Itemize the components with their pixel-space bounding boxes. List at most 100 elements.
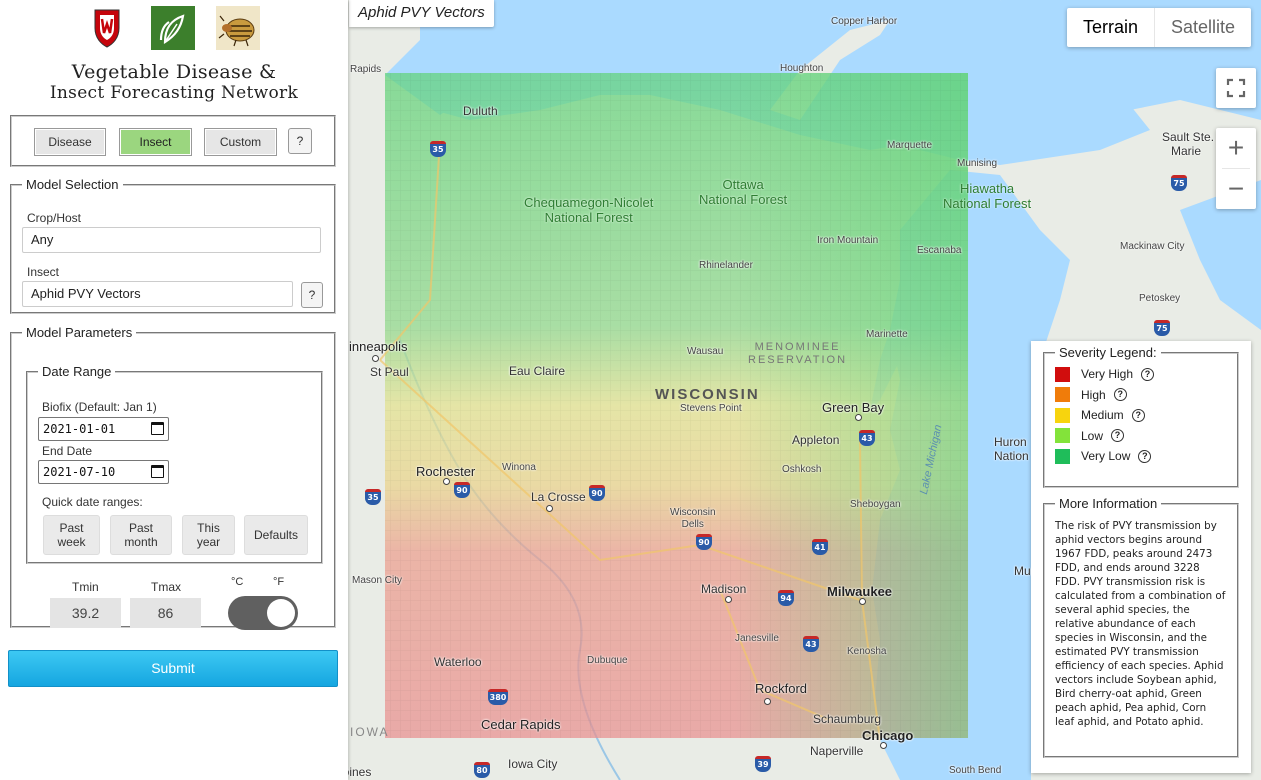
fahrenheit-label: °F [273,576,285,588]
interstate-shield: 90 [696,534,712,550]
zoom-in-button[interactable]: + [1216,128,1256,168]
insect-label: Insect [27,265,60,279]
map-label-iowa-city: Iowa City [508,757,558,771]
interstate-shield: 35 [365,489,381,505]
interstate-shield: 90 [454,482,470,498]
map-label-sault: Sault Ste. [1162,130,1215,144]
insect-help-button[interactable]: ? [301,282,323,308]
calendar-icon[interactable] [151,422,164,435]
insect-mode-button[interactable]: Insect [119,128,192,156]
crop-host-select[interactable]: Any [22,227,321,253]
severity-help-icon[interactable]: ? [1131,408,1145,422]
map-label-rhinelander: Rhinelander [699,260,753,271]
tmin-label: Tmin [72,580,99,594]
map-label-stevens-point: Stevens Point [680,403,742,414]
terrain-button[interactable]: Terrain [1067,8,1154,47]
severity-swatch [1055,428,1070,444]
severity-help-icon[interactable]: ? [1138,449,1152,463]
map-label-oshkosh: Oshkosh [782,464,822,475]
map-label-st-paul: St Paul [370,365,409,379]
toggle-knob [267,599,295,627]
map-label-milwaukee: Milwaukee [827,584,893,599]
calendar-icon[interactable] [151,465,164,478]
this-year-button[interactable]: This year [182,515,235,555]
interstate-shield: 90 [589,485,605,501]
map-label-cedar-rapids: Cedar Rapids [481,717,561,732]
map-label-janesville: Janesville [735,633,779,644]
map-label-hiawatha-forest: Hiawatha National Forest [943,181,1032,211]
map-label-iron-mountain: Iron Mountain [817,235,879,246]
app-title-line1: Vegetable Disease & [71,61,277,83]
severity-row: Very Low? [1055,446,1227,467]
map-label-wausau: Wausau [687,346,724,357]
end-date-label: End Date [42,444,93,458]
city-dot [443,478,450,485]
mode-help-button[interactable]: ? [288,128,312,154]
fullscreen-button[interactable] [1216,68,1256,108]
beetle-logo [216,6,260,50]
interstate-shield: 75 [1154,320,1170,336]
city-dot [880,742,887,749]
disease-mode-button[interactable]: Disease [34,128,106,156]
city-dot [372,355,379,362]
model-selection: Model Selection Crop/Host Any Insect Aph… [10,177,336,314]
app-title-line2: Insect Forecasting Network [49,83,299,103]
interstate-shield: 380 [488,689,508,705]
more-information: More Information The risk of PVY transmi… [1043,496,1239,758]
map-label-chequamegon-forest: Chequamegon-Nicolet National Forest [524,195,654,225]
map-label-petoskey: Petoskey [1139,293,1181,304]
sidebar: Vegetable Disease & Insect Forecasting N… [0,0,348,780]
insect-select[interactable]: Aphid PVY Vectors [22,281,293,307]
model-parameters-legend: Model Parameters [26,325,133,340]
map-type-control: Terrain Satellite [1067,8,1252,47]
past-week-button[interactable]: Past week [43,515,100,555]
severity-row: High? [1055,385,1227,406]
interstate-shield: 43 [859,430,875,446]
interstate-shield: 35 [430,141,446,157]
biofix-date-value: 2021-01-01 [43,422,116,436]
vegetable-leaf-logo [151,6,195,50]
biofix-date-input[interactable]: 2021-01-01 [38,417,169,441]
interstate-shield: 43 [803,636,819,652]
severity-list: Very High? High? Medium? Low? Very Low? [1055,364,1227,467]
severity-help-icon[interactable]: ? [1141,367,1155,381]
city-dot [764,698,771,705]
zoom-out-button[interactable]: − [1216,169,1256,209]
tmin-value: 39.2 [50,598,121,628]
severity-swatch [1055,448,1070,464]
map-label-dubuque: Dubuque [587,655,628,666]
severity-legend: Severity Legend: Very High? High? Medium? L… [1043,345,1239,488]
defaults-button[interactable]: Defaults [244,515,308,555]
severity-swatch [1055,366,1070,382]
tmax-value: 86 [130,598,201,628]
satellite-button[interactable]: Satellite [1154,8,1251,47]
map-label-ottawa-forest: Ottawa National Forest [699,177,788,207]
map-label-copper-harbor: Copper Harbor [831,16,898,27]
model-parameters: Model Parameters Date Range Biofix (Defa… [10,325,336,630]
map-label-huron: Huron Nation [994,435,1029,463]
city-dot [855,414,862,421]
past-month-button[interactable]: Past month [110,515,172,555]
crop-host-label: Crop/Host [27,211,82,225]
map-label-appleton: Appleton [792,433,840,447]
custom-mode-button[interactable]: Custom [204,128,277,156]
end-date-input[interactable]: 2021-07-10 [38,460,169,484]
interstate-shield: 94 [778,590,794,606]
map-label-menominee: MENOMINEE RESERVATION [748,341,848,366]
map-label-south-bend: South Bend [949,765,1002,776]
biofix-label: Biofix (Default: Jan 1) [42,400,157,414]
severity-row: Medium? [1055,405,1227,426]
severity-swatch [1055,387,1070,403]
severity-label: Low [1081,428,1104,443]
severity-row: Low? [1055,426,1227,447]
map-label-wisconsin: WISCONSIN [655,386,760,403]
severity-label: High [1081,387,1106,402]
temperature-unit-toggle[interactable] [228,596,298,630]
map-label-schaumburg: Schaumburg [813,712,882,726]
city-dot [546,505,553,512]
submit-button[interactable]: Submit [8,650,338,687]
tmax-label: Tmax [151,580,181,594]
severity-help-icon[interactable]: ? [1113,388,1127,402]
map-label-mackinaw: Mackinaw City [1120,241,1185,252]
severity-help-icon[interactable]: ? [1111,429,1125,443]
